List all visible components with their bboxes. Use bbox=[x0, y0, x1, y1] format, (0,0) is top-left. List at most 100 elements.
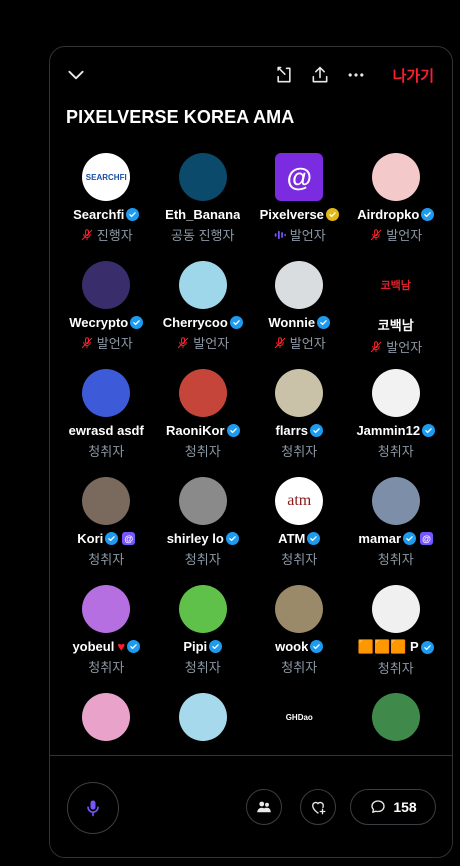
participant-card[interactable]: Kori @ 청취자 bbox=[58, 475, 155, 583]
leave-button[interactable]: 나가기 bbox=[393, 65, 434, 86]
participant-card[interactable]: atm ATM 청취자 bbox=[251, 475, 348, 583]
avatar bbox=[178, 477, 227, 525]
mic-icon bbox=[87, 800, 99, 817]
participant-name: Jammin12 bbox=[356, 423, 421, 438]
participant-name-row: shirley lo bbox=[167, 531, 239, 546]
participant-name-row: Airdropko bbox=[357, 207, 435, 222]
participant-name: Airdropko bbox=[357, 207, 420, 222]
participant-name: Kori bbox=[77, 531, 104, 546]
participant-role: 청취자 bbox=[185, 657, 221, 676]
participant-card[interactable]: Airdropko 발언자 bbox=[348, 151, 445, 259]
verified-badge-icon bbox=[126, 208, 140, 221]
participant-card[interactable]: 코백남 코백남 발언자 bbox=[348, 259, 445, 367]
participant-card[interactable]: wook 청취자 bbox=[251, 583, 348, 691]
avatar bbox=[275, 585, 324, 633]
verified-badge-icon bbox=[317, 316, 331, 329]
participant-role: 청취자 bbox=[185, 441, 221, 460]
participant-card[interactable]: ewrasd asdf 청취자 bbox=[58, 367, 155, 475]
role-label: 진행자 bbox=[96, 228, 133, 243]
space-footer: 158 bbox=[50, 755, 452, 857]
participant-card[interactable]: Pipi 청취자 bbox=[155, 583, 252, 691]
participant-role: 진행자 bbox=[80, 225, 133, 244]
role-label: 청취자 bbox=[88, 444, 125, 459]
verified-badge-icon bbox=[325, 208, 339, 221]
participant-name: 코백남 bbox=[377, 318, 414, 333]
share-icon[interactable] bbox=[310, 65, 330, 85]
participant-role: 발언자 bbox=[176, 333, 229, 352]
verified-badge-icon bbox=[127, 640, 141, 653]
verified-badge-icon bbox=[421, 208, 435, 221]
verified-badge-icon bbox=[130, 316, 144, 329]
people-button[interactable] bbox=[246, 789, 282, 825]
avatar bbox=[82, 693, 131, 741]
comments-button[interactable]: 158 bbox=[350, 789, 436, 825]
avatar bbox=[178, 369, 227, 417]
mic-off-icon bbox=[80, 228, 94, 242]
dock-icon[interactable] bbox=[274, 65, 294, 85]
participant-card[interactable]: @ Pixelverse 발언자 bbox=[251, 151, 348, 259]
participant-role: 청취자 bbox=[378, 441, 414, 460]
mic-off-icon bbox=[369, 340, 383, 354]
participant-name-row: Searchfi bbox=[73, 207, 140, 222]
verified-badge-icon bbox=[225, 532, 239, 545]
space-title: PIXELVERSE KOREA AMA bbox=[66, 107, 295, 127]
participant-name-row: Wecrypto bbox=[69, 315, 144, 330]
avatar bbox=[371, 369, 420, 417]
avatar bbox=[178, 153, 227, 201]
participants-grid: SEARCHFI Searchfi 진행자 Eth_Banana 공동 진행자 @ Pixe… bbox=[58, 151, 444, 799]
participant-card[interactable]: flarrs 청취자 bbox=[251, 367, 348, 475]
avatar bbox=[82, 369, 131, 417]
verified-badge-icon bbox=[422, 424, 436, 437]
chevron-down-icon[interactable] bbox=[66, 65, 86, 85]
participant-role: 발언자 bbox=[273, 225, 326, 244]
participant-role: 청취자 bbox=[281, 657, 317, 676]
participant-name-row: Kori @ bbox=[77, 531, 136, 546]
mic-off-icon bbox=[176, 336, 190, 350]
participant-name-row: wook bbox=[275, 639, 324, 654]
participant-name-row: RaoniKor bbox=[166, 423, 240, 438]
participant-name: Searchfi bbox=[73, 207, 125, 222]
verified-badge-icon bbox=[310, 640, 324, 653]
mic-off-icon bbox=[369, 228, 383, 242]
spaces-badge-icon: @ bbox=[420, 532, 434, 545]
participant-card[interactable]: Eth_Banana 공동 진행자 bbox=[155, 151, 252, 259]
avatar: SEARCHFI bbox=[82, 153, 131, 201]
participant-card[interactable]: Jammin12 청취자 bbox=[348, 367, 445, 475]
participant-card[interactable]: Cherrycoo 발언자 bbox=[155, 259, 252, 367]
participant-card[interactable]: shirley lo 청취자 bbox=[155, 475, 252, 583]
participant-name: RaoniKor bbox=[166, 423, 225, 438]
participant-role: 청취자 bbox=[185, 549, 221, 568]
participant-card[interactable]: RaoniKor 청취자 bbox=[155, 367, 252, 475]
avatar bbox=[82, 261, 131, 309]
participant-role: 청취자 bbox=[88, 441, 124, 460]
role-label: 청취자 bbox=[281, 660, 318, 675]
participant-name: Eth_Banana bbox=[165, 207, 241, 222]
role-label: 청취자 bbox=[88, 660, 125, 675]
participant-role: 청취자 bbox=[378, 658, 414, 677]
participant-card[interactable]: Wecrypto 발언자 bbox=[58, 259, 155, 367]
participant-card[interactable]: 🟧🟧🟧 P 청취자 bbox=[348, 583, 445, 691]
participant-name: Wonnie bbox=[268, 315, 316, 330]
participant-name-row: yobeul ♥ bbox=[72, 639, 141, 654]
more-icon[interactable] bbox=[346, 65, 366, 85]
react-button[interactable] bbox=[300, 789, 336, 825]
role-label: 발언자 bbox=[96, 336, 133, 351]
avatar bbox=[82, 477, 131, 525]
participant-name-row: Pipi bbox=[183, 639, 223, 654]
participant-name: ewrasd asdf bbox=[68, 423, 144, 438]
request-mic-button[interactable] bbox=[67, 782, 119, 834]
participant-name: yobeul bbox=[72, 639, 115, 654]
participant-card[interactable]: Wonnie 발언자 bbox=[251, 259, 348, 367]
participant-name-row: Wonnie bbox=[268, 315, 331, 330]
heart-icon: ♥ bbox=[117, 639, 126, 654]
mic-off-icon bbox=[273, 336, 287, 350]
verified-badge-icon bbox=[229, 316, 243, 329]
avatar bbox=[275, 261, 324, 309]
role-label: 발언자 bbox=[289, 336, 326, 351]
participant-card[interactable]: yobeul ♥ 청취자 bbox=[58, 583, 155, 691]
role-label: 청취자 bbox=[184, 660, 221, 675]
participant-name: Cherrycoo bbox=[162, 315, 228, 330]
avatar: @ bbox=[275, 153, 324, 201]
participant-card[interactable]: SEARCHFI Searchfi 진행자 bbox=[58, 151, 155, 259]
participant-card[interactable]: mamar @ 청취자 bbox=[348, 475, 445, 583]
